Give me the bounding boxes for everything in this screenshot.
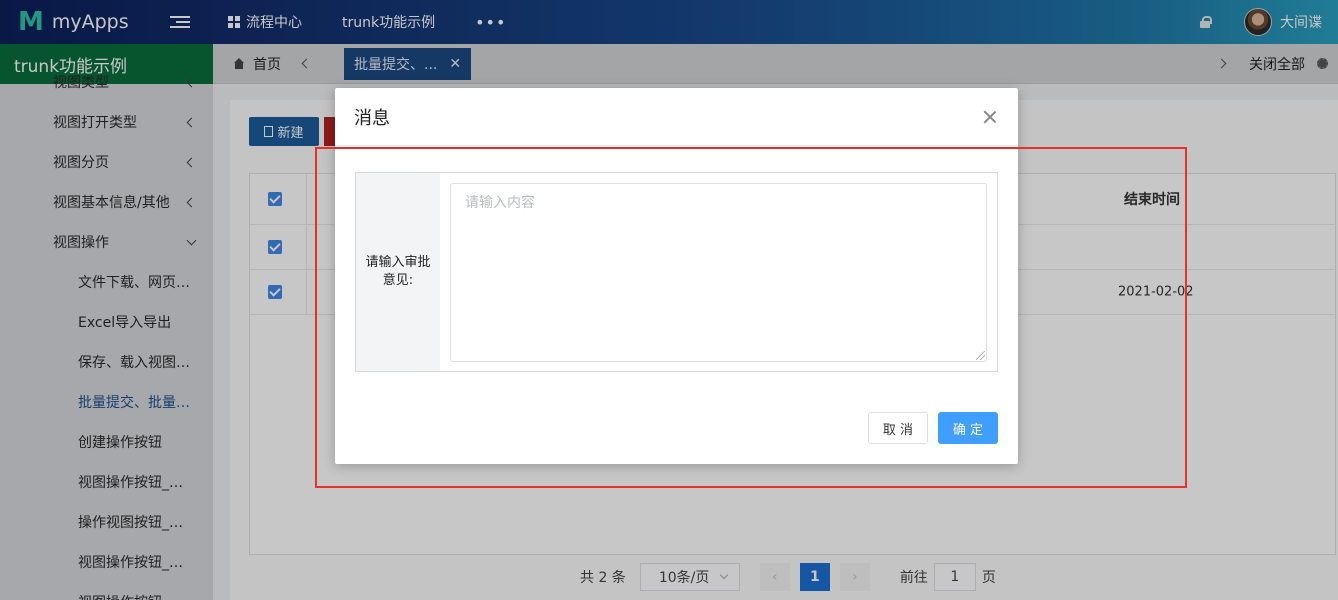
approval-opinion-label: 请输入审批意见:	[356, 173, 440, 371]
confirm-button[interactable]: 确 定	[938, 412, 998, 444]
approval-opinion-field: 请输入内容	[440, 173, 997, 371]
textarea-placeholder: 请输入内容	[465, 195, 535, 211]
approval-form: 请输入审批意见: 请输入内容	[355, 172, 998, 372]
close-icon[interactable]	[983, 110, 996, 123]
dialog-title: 消息	[354, 107, 390, 129]
approval-opinion-textarea[interactable]: 请输入内容	[450, 183, 987, 362]
cancel-button[interactable]: 取 消	[868, 412, 928, 444]
dialog-footer: 取 消 确 定	[868, 412, 998, 444]
message-dialog: 消息 请输入审批意见: 请输入内容 取 消 确 定	[335, 88, 1018, 464]
resize-handle-icon[interactable]	[976, 351, 985, 360]
dialog-header: 消息	[335, 88, 1018, 146]
